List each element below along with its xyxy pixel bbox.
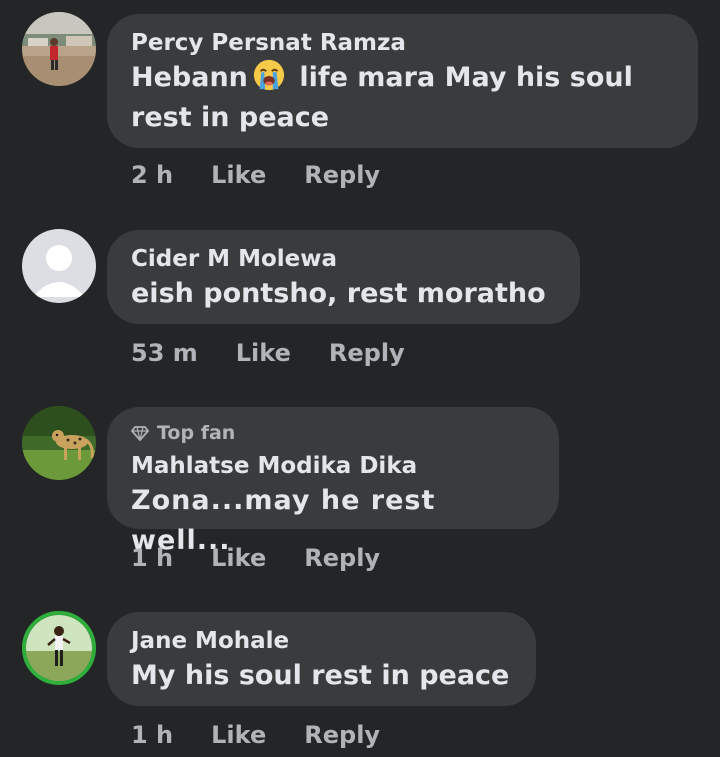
comment-author[interactable]: Cider M Molewa [131, 244, 556, 274]
comment-bubble[interactable]: Jane Mohale My his soul rest in peace [107, 612, 536, 706]
like-button[interactable]: Like [211, 543, 266, 573]
reply-button[interactable]: Reply [304, 720, 380, 750]
comment-author[interactable]: Mahlatse Modika Dika [131, 451, 535, 481]
cheetah-photo-icon [22, 406, 96, 480]
avatar[interactable] [22, 229, 96, 303]
like-button[interactable]: Like [211, 160, 266, 190]
comment-timestamp[interactable]: 1 h [131, 543, 173, 573]
comment-author[interactable]: Jane Mohale [131, 626, 512, 656]
comment-text: Hebann life mara May his soul rest in pe… [131, 58, 674, 138]
diamond-icon [131, 426, 149, 442]
avatar[interactable] [22, 406, 96, 480]
comment-timestamp[interactable]: 53 m [131, 338, 198, 368]
comment-bubble[interactable]: Percy Persnat Ramza Hebann life mara May… [107, 14, 698, 148]
reply-button[interactable]: Reply [329, 338, 405, 368]
avatar-photo-icon [22, 12, 96, 86]
comment-actions: 1 h Like Reply [131, 720, 380, 750]
comment-timestamp[interactable]: 1 h [131, 720, 173, 750]
reply-button[interactable]: Reply [304, 543, 380, 573]
top-fan-badge: Top fan [131, 421, 535, 445]
badge-label: Top fan [157, 422, 236, 444]
comment-actions: 2 h Like Reply [131, 160, 380, 190]
avatar[interactable] [22, 12, 96, 86]
comment-bubble[interactable]: Top fan Mahlatse Modika Dika Zona...may … [107, 407, 559, 556]
comment-text-part: Hebann [131, 62, 248, 93]
default-user-avatar-icon [22, 229, 96, 303]
comment-author[interactable]: Percy Persnat Ramza [131, 28, 674, 58]
loudly-crying-face-icon [253, 59, 285, 91]
comment-bubble[interactable]: Cider M Molewa eish pontsho, rest morath… [107, 230, 580, 324]
reply-button[interactable]: Reply [304, 160, 380, 190]
comment-timestamp[interactable]: 2 h [131, 160, 173, 190]
like-button[interactable]: Like [236, 338, 291, 368]
like-button[interactable]: Like [211, 720, 266, 750]
comment-text: My his soul rest in peace [131, 660, 510, 691]
avatar[interactable] [22, 611, 96, 685]
comment-actions: 53 m Like Reply [131, 338, 405, 368]
comment-text: eish pontsho, rest moratho [131, 278, 546, 309]
comment-actions: 1 h Like Reply [131, 543, 380, 573]
person-photo-icon [26, 615, 92, 681]
